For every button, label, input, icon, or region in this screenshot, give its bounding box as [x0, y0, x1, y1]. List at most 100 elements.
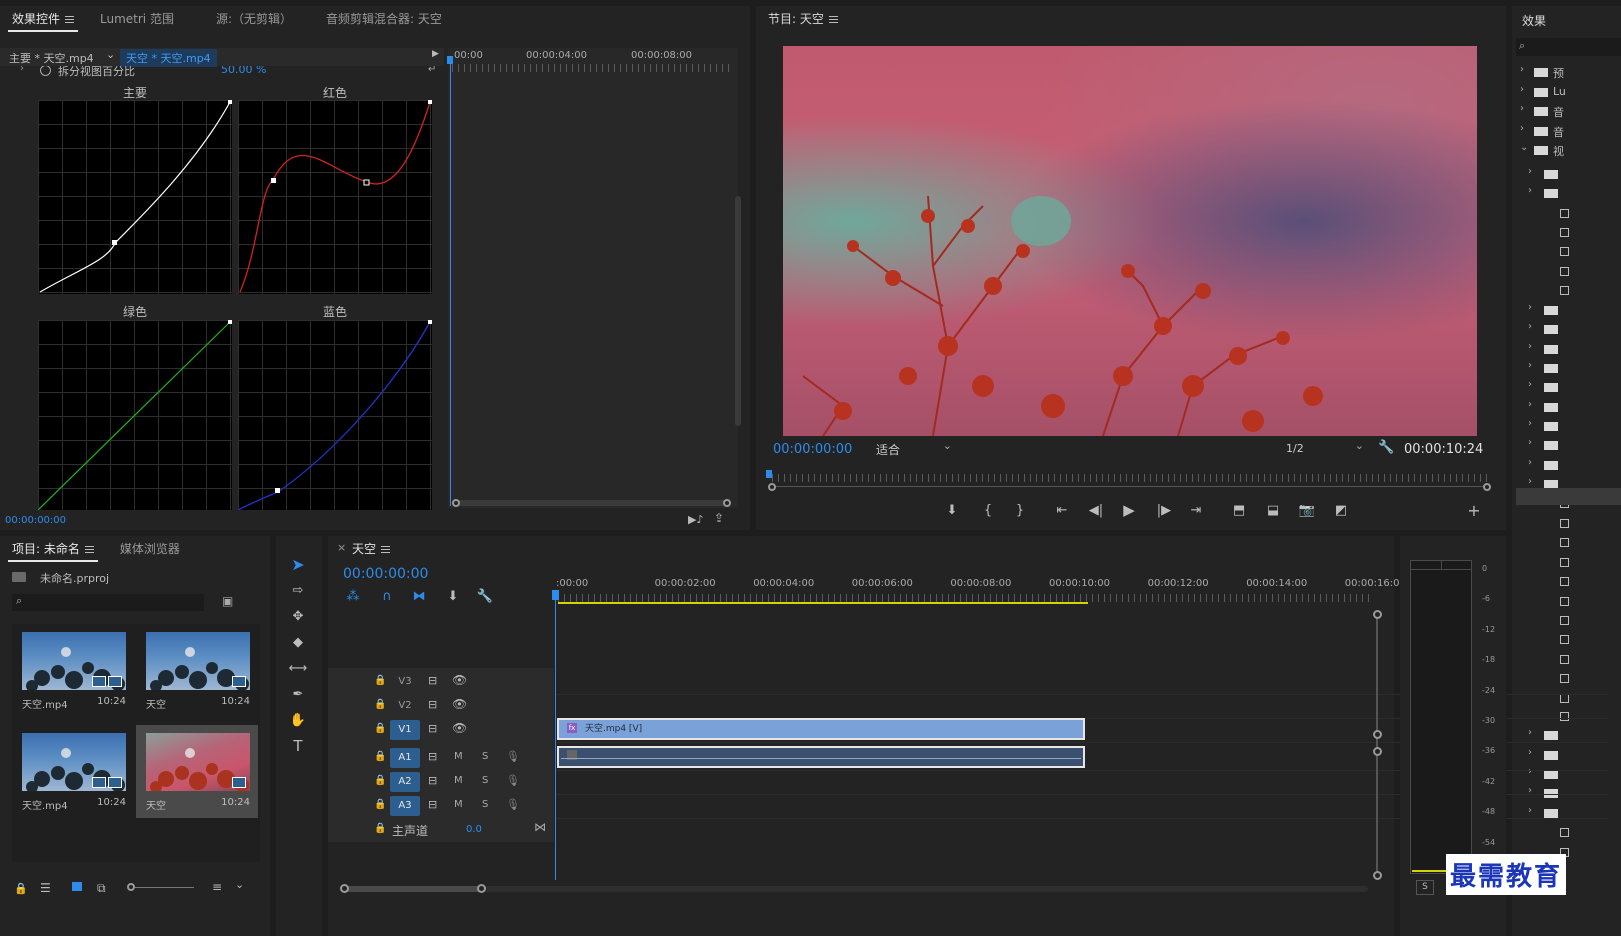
- sync-lock-icon[interactable]: ⊟: [428, 698, 437, 711]
- lock-icon[interactable]: 🔒: [374, 799, 386, 810]
- hand-tool-icon[interactable]: ✋: [288, 710, 308, 730]
- compare-icon[interactable]: ◩: [1332, 502, 1350, 518]
- effect-preset-icon[interactable]: [1560, 209, 1569, 218]
- effect-preset-icon[interactable]: [1560, 577, 1569, 586]
- play-audio-icon[interactable]: ▶♪: [688, 513, 703, 526]
- effects-subfolder[interactable]: ›: [1526, 457, 1574, 476]
- effects-subfolder[interactable]: ›: [1526, 379, 1574, 398]
- effect-preset-icon[interactable]: [1560, 228, 1569, 237]
- chevron-right-icon[interactable]: ›: [1528, 399, 1532, 410]
- camera-icon[interactable]: 📷: [1298, 502, 1316, 518]
- timeline-ruler-ticks[interactable]: [558, 594, 1372, 602]
- step-back-icon[interactable]: ◀|: [1088, 502, 1104, 518]
- linked-selection-icon[interactable]: ⧓: [410, 588, 428, 604]
- eye-icon[interactable]: 👁: [452, 673, 467, 687]
- track-name[interactable]: V2: [390, 696, 420, 716]
- track-name[interactable]: A1: [390, 748, 420, 768]
- timeline-playhead-marker[interactable]: [552, 590, 559, 600]
- effect-preset-icon[interactable]: [1560, 267, 1569, 276]
- tab-source[interactable]: 源:（无剪辑）: [206, 6, 302, 32]
- chevron-right-icon[interactable]: ›: [20, 66, 24, 74]
- tab-program[interactable]: 节目: 天空: [758, 6, 848, 32]
- timeline-vscroll-handle-4[interactable]: [1373, 871, 1382, 880]
- effects-subfolder[interactable]: ›: [1526, 302, 1574, 321]
- ec-timecode[interactable]: 00:00:00:00: [5, 515, 66, 526]
- chevron-right-icon[interactable]: ›: [1528, 379, 1532, 390]
- chevron-right-icon[interactable]: ›: [1528, 437, 1532, 448]
- active-clip-label[interactable]: 天空 * 天空.mp4: [120, 49, 217, 67]
- lock-icon[interactable]: 🔒: [374, 675, 386, 686]
- ec-scroll-handle-right[interactable]: [723, 499, 731, 507]
- chevron-right-icon[interactable]: ›: [1520, 84, 1524, 95]
- meter-solo-button[interactable]: S: [1416, 880, 1434, 895]
- timeline-settings-icon[interactable]: 🔧: [476, 588, 494, 604]
- go-to-out-icon[interactable]: ⇥: [1188, 502, 1204, 518]
- blue-curve[interactable]: [237, 320, 432, 511]
- sync-lock-icon[interactable]: ⊟: [428, 798, 437, 811]
- sync-lock-icon[interactable]: ⊟: [428, 674, 437, 687]
- lock-icon[interactable]: 🔒: [374, 823, 386, 834]
- effect-preset-icon[interactable]: [1560, 286, 1569, 295]
- chevron-right-icon[interactable]: ›: [1520, 123, 1524, 134]
- effect-preset-icon[interactable]: [1560, 828, 1569, 837]
- effect-preset-icon[interactable]: [1560, 616, 1569, 625]
- lock-icon[interactable]: 🔒: [14, 882, 28, 895]
- add-marker-icon[interactable]: ⬇: [444, 588, 462, 604]
- lock-icon[interactable]: 🔒: [374, 699, 386, 710]
- play-icon[interactable]: ▶: [1121, 501, 1137, 519]
- add-marker-icon[interactable]: ⬇: [944, 502, 960, 518]
- ripple-edit-tool-icon[interactable]: ✥: [288, 606, 308, 626]
- tab-lumetri-scopes[interactable]: Lumetri 范围: [90, 6, 184, 32]
- project-item[interactable]: 天空.mp4 10:24: [12, 624, 134, 717]
- effect-preset-icon[interactable]: [1560, 519, 1569, 528]
- panel-menu-icon[interactable]: [84, 544, 94, 555]
- clip-thumbnail[interactable]: [22, 733, 126, 791]
- zoom-slider-handle[interactable]: [127, 883, 135, 891]
- effects-subfolder[interactable]: ›: [1526, 321, 1574, 340]
- effects-subfolder[interactable]: ›: [1526, 418, 1574, 437]
- solo-button[interactable]: S: [482, 751, 488, 762]
- red-curve-graph[interactable]: [238, 100, 432, 294]
- effect-preset-icon[interactable]: [1560, 635, 1569, 644]
- chevron-right-icon[interactable]: ›: [1528, 418, 1532, 429]
- icon-view-icon[interactable]: [72, 882, 82, 891]
- sync-lock-icon[interactable]: ⊟: [428, 774, 437, 787]
- track-name[interactable]: A2: [390, 772, 420, 792]
- timeline-hscroll-right[interactable]: [477, 884, 486, 893]
- track-name[interactable]: V1: [390, 720, 420, 740]
- program-zoom-left[interactable]: [768, 483, 776, 491]
- timeline-horizontal-scrollbar[interactable]: [344, 886, 1368, 892]
- lock-icon[interactable]: 🔒: [374, 775, 386, 786]
- eye-icon[interactable]: 👁: [452, 697, 467, 711]
- add-button-icon[interactable]: +: [1466, 501, 1482, 520]
- lift-icon[interactable]: ⬒: [1230, 502, 1248, 518]
- program-zoom-bar[interactable]: [774, 486, 1486, 487]
- sync-lock-icon[interactable]: ⊟: [428, 750, 437, 763]
- lock-icon[interactable]: 🔒: [374, 751, 386, 762]
- timeline-vertical-scrollbar[interactable]: [1376, 612, 1378, 876]
- timeline-vscroll-handle-1[interactable]: [1373, 610, 1382, 619]
- effect-preset-icon[interactable]: [1560, 655, 1569, 664]
- selection-tool-icon[interactable]: ➤: [288, 554, 308, 574]
- project-item[interactable]: 天空 10:24: [136, 725, 258, 818]
- microphone-icon[interactable]: 🎙: [506, 798, 520, 811]
- program-ruler[interactable]: [772, 474, 1488, 482]
- master-curve[interactable]: [38, 100, 232, 294]
- effects-folder[interactable]: › 音: [1520, 103, 1568, 122]
- solo-button[interactable]: S: [482, 775, 488, 786]
- effects-subfolder[interactable]: ›: [1526, 437, 1574, 456]
- split-view-value[interactable]: 50.00 %: [221, 66, 266, 76]
- effects-folder[interactable]: › 音: [1520, 123, 1568, 142]
- program-video-frame[interactable]: [783, 46, 1477, 436]
- solo-button[interactable]: S: [482, 799, 488, 810]
- effects-subfolder[interactable]: ›: [1526, 185, 1574, 204]
- blue-curve-graph[interactable]: [237, 320, 432, 511]
- snap-icon[interactable]: ∩: [378, 588, 396, 604]
- ec-ruler-ticks[interactable]: [452, 64, 734, 72]
- chevron-down-icon[interactable]: ⌄: [1520, 142, 1528, 153]
- freeform-view-icon[interactable]: ⧉: [97, 881, 106, 896]
- chevron-down-icon[interactable]: ⌄: [235, 878, 244, 891]
- clip-thumbnail[interactable]: [146, 632, 250, 690]
- mark-in-icon[interactable]: {: [980, 502, 996, 518]
- resolution-dropdown[interactable]: 1/2 ⌄: [1286, 439, 1366, 457]
